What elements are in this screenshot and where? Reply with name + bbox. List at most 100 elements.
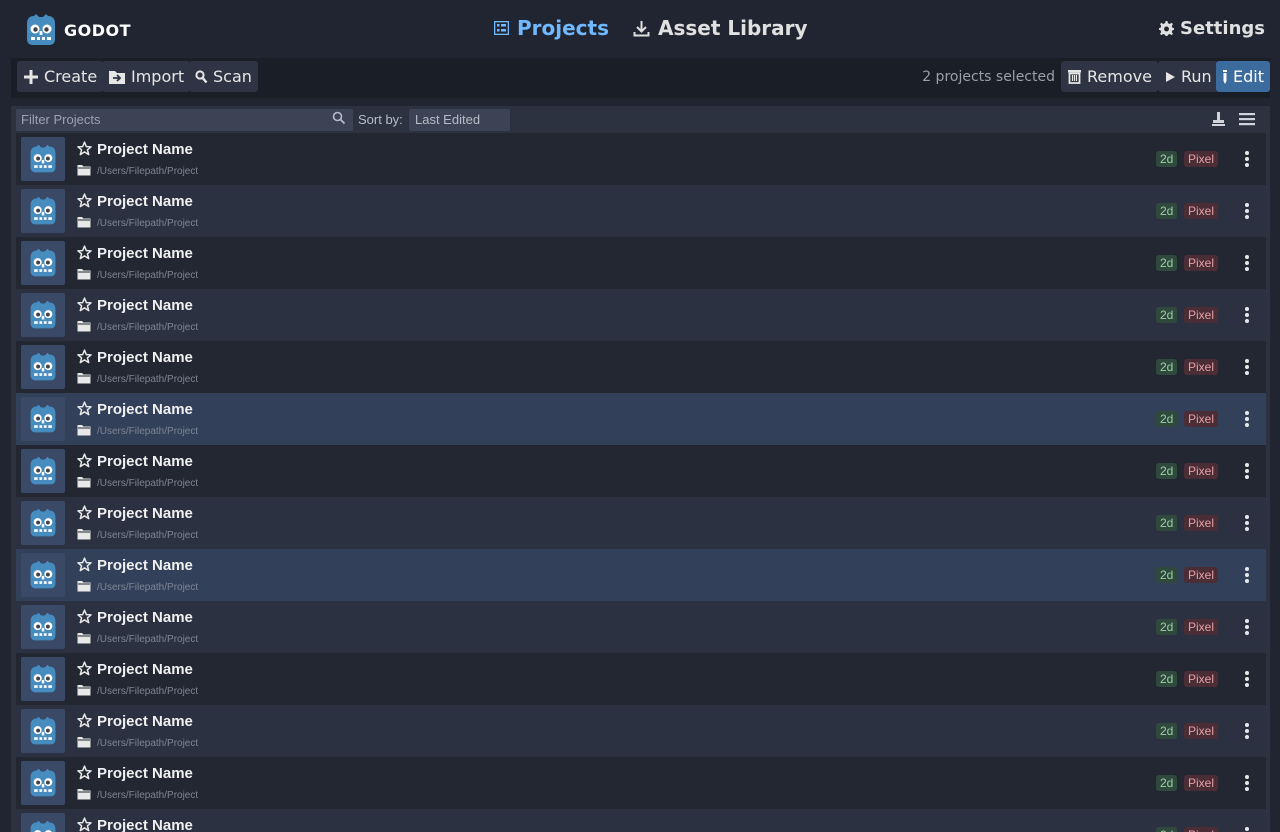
folder-icon[interactable]: [77, 216, 91, 228]
star-icon[interactable]: [77, 453, 92, 468]
project-row[interactable]: Project Name /Users/Filepath/Project 2d …: [16, 237, 1266, 289]
more-options-icon[interactable]: [1244, 202, 1250, 220]
godot-robot-icon: [30, 612, 56, 641]
tag-2d[interactable]: 2d: [1156, 775, 1178, 791]
star-icon[interactable]: [77, 349, 92, 364]
project-row[interactable]: Project Name /Users/Filepath/Project 2d …: [16, 549, 1266, 601]
star-icon[interactable]: [77, 297, 92, 312]
scan-button[interactable]: Scan: [189, 61, 258, 92]
folder-icon[interactable]: [77, 788, 91, 800]
project-row[interactable]: Project Name /Users/Filepath/Project 2d …: [16, 185, 1266, 237]
tag-pixel[interactable]: Pixel: [1184, 567, 1219, 583]
folder-icon[interactable]: [77, 268, 91, 280]
more-options-icon[interactable]: [1244, 774, 1250, 792]
remove-label: Remove: [1087, 67, 1152, 86]
folder-icon[interactable]: [77, 372, 91, 384]
star-icon[interactable]: [77, 505, 92, 520]
more-options-icon[interactable]: [1244, 514, 1250, 532]
star-icon[interactable]: [77, 661, 92, 676]
more-options-icon[interactable]: [1244, 826, 1250, 832]
project-row[interactable]: Project Name /Users/Filepath/Project 2d …: [16, 497, 1266, 549]
project-row[interactable]: Project Name /Users/Filepath/Project 2d …: [16, 289, 1266, 341]
tag-pixel[interactable]: Pixel: [1184, 411, 1219, 427]
tag-pixel[interactable]: Pixel: [1184, 671, 1219, 687]
more-options-icon[interactable]: [1244, 150, 1250, 168]
tag-2d[interactable]: 2d: [1156, 411, 1178, 427]
star-icon[interactable]: [77, 401, 92, 416]
folder-icon[interactable]: [77, 528, 91, 540]
more-options-icon[interactable]: [1244, 254, 1250, 272]
more-options-icon[interactable]: [1244, 618, 1250, 636]
project-row[interactable]: Project Name /Users/Filepath/Project 2d …: [16, 341, 1266, 393]
tag-pixel[interactable]: Pixel: [1184, 723, 1219, 739]
tag-pixel[interactable]: Pixel: [1184, 775, 1219, 791]
tag-2d[interactable]: 2d: [1156, 515, 1178, 531]
tag-2d[interactable]: 2d: [1156, 827, 1178, 832]
tag-pixel[interactable]: Pixel: [1184, 827, 1219, 832]
project-row[interactable]: Project Name /Users/Filepath/Project 2d …: [16, 393, 1266, 445]
tag-pixel[interactable]: Pixel: [1184, 359, 1219, 375]
star-icon[interactable]: [77, 245, 92, 260]
tag-2d[interactable]: 2d: [1156, 671, 1178, 687]
folder-icon[interactable]: [77, 580, 91, 592]
folder-icon[interactable]: [77, 320, 91, 332]
project-row[interactable]: Project Name /Users/Filepath/Project 2d …: [16, 133, 1266, 185]
tag-2d[interactable]: 2d: [1156, 463, 1178, 479]
tag-2d[interactable]: 2d: [1156, 567, 1178, 583]
more-options-icon[interactable]: [1244, 306, 1250, 324]
star-icon[interactable]: [77, 193, 92, 208]
more-options-icon[interactable]: [1244, 462, 1250, 480]
tag-pixel[interactable]: Pixel: [1184, 515, 1219, 531]
import-button[interactable]: Import: [102, 61, 191, 92]
more-options-icon[interactable]: [1244, 722, 1250, 740]
tag-pixel[interactable]: Pixel: [1184, 307, 1219, 323]
folder-icon[interactable]: [77, 684, 91, 696]
edit-button[interactable]: Edit: [1216, 61, 1270, 92]
folder-icon[interactable]: [77, 632, 91, 644]
more-options-icon[interactable]: [1244, 566, 1250, 584]
tag-2d[interactable]: 2d: [1156, 151, 1178, 167]
run-button[interactable]: Run: [1158, 61, 1218, 92]
create-button[interactable]: Create: [17, 61, 104, 92]
project-row[interactable]: Project Name /Users/Filepath/Project 2d …: [16, 705, 1266, 757]
project-row[interactable]: Project Name /Users/Filepath/Project 2d …: [16, 653, 1266, 705]
settings-button[interactable]: Settings: [1159, 18, 1265, 39]
tag-2d[interactable]: 2d: [1156, 359, 1178, 375]
star-icon[interactable]: [77, 609, 92, 624]
star-icon[interactable]: [77, 557, 92, 572]
project-row[interactable]: Project Name /Users/Filepath/Project 2d …: [16, 757, 1266, 809]
project-row[interactable]: Project Name /Users/Filepath/Project 2d …: [16, 601, 1266, 653]
tag-2d[interactable]: 2d: [1156, 203, 1178, 219]
tag-2d[interactable]: 2d: [1156, 619, 1178, 635]
star-icon[interactable]: [77, 765, 92, 780]
tag-pixel[interactable]: Pixel: [1184, 255, 1219, 271]
more-options-icon[interactable]: [1244, 410, 1250, 428]
project-name: Project Name: [97, 557, 193, 574]
folder-icon[interactable]: [77, 476, 91, 488]
tag-2d[interactable]: 2d: [1156, 723, 1178, 739]
more-options-icon[interactable]: [1244, 358, 1250, 376]
tab-asset-library[interactable]: Asset Library: [633, 16, 808, 40]
star-icon[interactable]: [77, 713, 92, 728]
tab-projects[interactable]: Projects: [494, 16, 609, 40]
menu-icon[interactable]: [1239, 111, 1255, 127]
folder-icon[interactable]: [77, 736, 91, 748]
remove-button[interactable]: Remove: [1061, 61, 1158, 92]
folder-icon[interactable]: [77, 424, 91, 436]
project-list-panel: Filter Projects Sort by: Last Edited Pro…: [11, 106, 1270, 832]
sort-select[interactable]: Last Edited: [409, 109, 510, 131]
tag-pixel[interactable]: Pixel: [1184, 203, 1219, 219]
tag-pixel[interactable]: Pixel: [1184, 151, 1219, 167]
tag-pixel[interactable]: Pixel: [1184, 463, 1219, 479]
project-row[interactable]: Project Name /Users/Filepath/Project 2d …: [16, 445, 1266, 497]
tag-2d[interactable]: 2d: [1156, 307, 1178, 323]
tag-pixel[interactable]: Pixel: [1184, 619, 1219, 635]
star-icon[interactable]: [77, 817, 92, 832]
tag-2d[interactable]: 2d: [1156, 255, 1178, 271]
filter-input[interactable]: Filter Projects: [16, 109, 353, 131]
tag-filter-icon[interactable]: [1212, 111, 1225, 127]
project-row[interactable]: Project Name /Users/Filepath/Project 2d …: [16, 809, 1266, 832]
star-icon[interactable]: [77, 141, 92, 156]
folder-icon[interactable]: [77, 164, 91, 176]
more-options-icon[interactable]: [1244, 670, 1250, 688]
